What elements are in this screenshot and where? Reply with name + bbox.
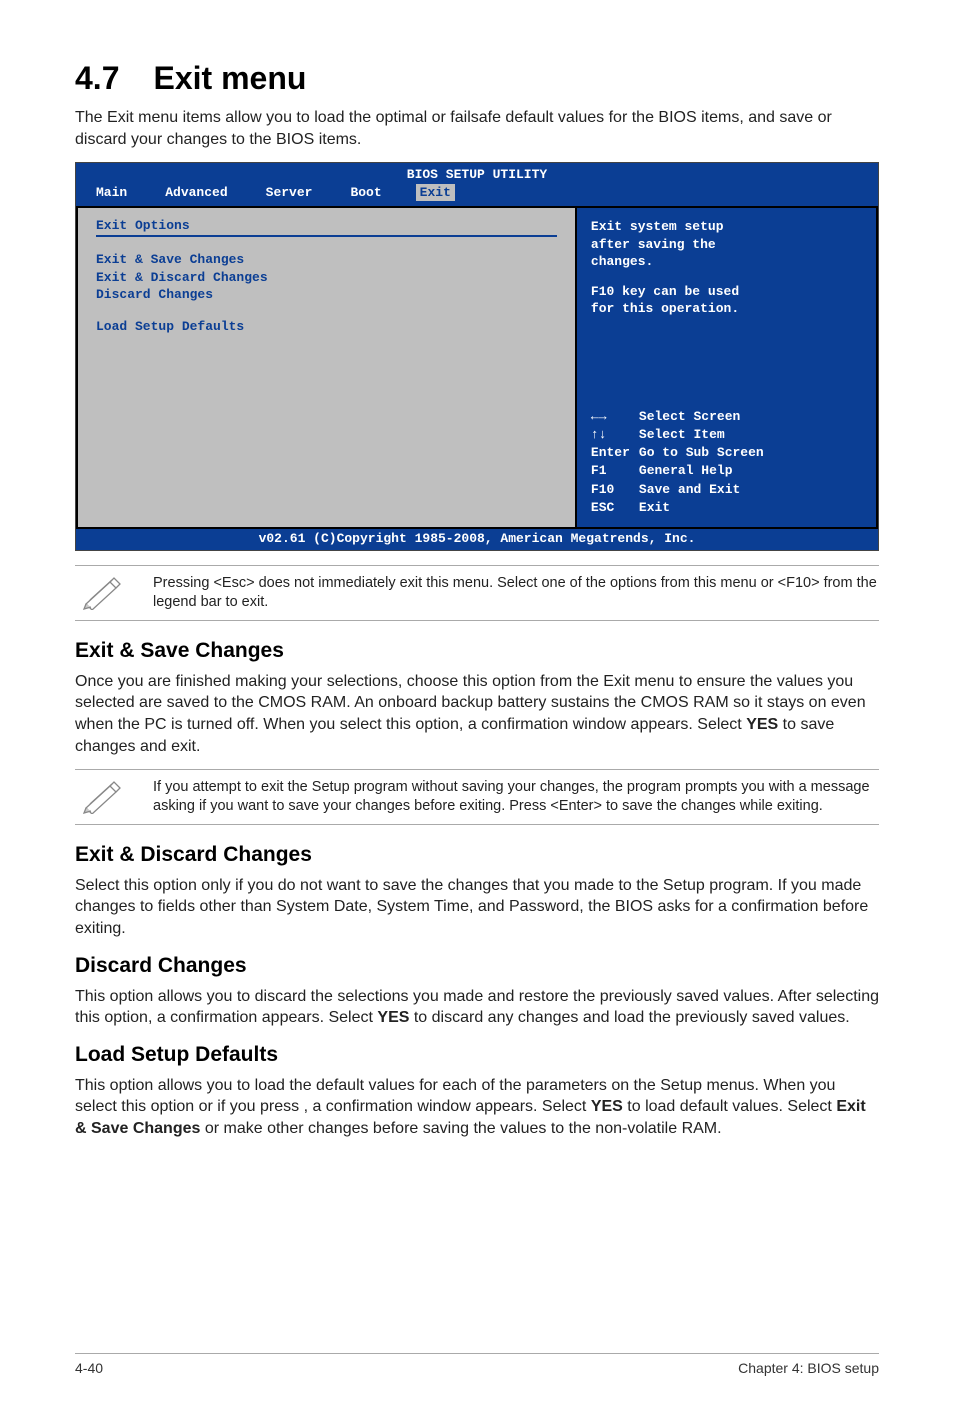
bios-item-load-defaults[interactable]: Load Setup Defaults xyxy=(96,318,557,336)
bios-section-underline xyxy=(96,235,557,237)
key-desc: Save and Exit xyxy=(639,482,740,497)
bios-help-line: for this operation. xyxy=(591,300,862,318)
bios-section-title: Exit Options xyxy=(96,218,557,233)
key-desc: General Help xyxy=(639,463,733,478)
key-label: F10 xyxy=(591,481,639,499)
bios-tab-main[interactable]: Main xyxy=(92,184,131,201)
bios-help-line: Exit system setup xyxy=(591,218,862,236)
heading-exit-discard: Exit & Discard Changes xyxy=(75,843,879,867)
bios-item-exit-discard[interactable]: Exit & Discard Changes xyxy=(96,269,557,287)
key-label: F1 xyxy=(591,462,639,480)
key-label: ESC xyxy=(591,499,639,517)
bios-item-exit-save[interactable]: Exit & Save Changes xyxy=(96,251,557,269)
bios-help-line: changes. xyxy=(591,253,862,271)
bios-header-title: BIOS SETUP UTILITY xyxy=(76,163,878,184)
bios-tab-bar: Main Advanced Server Boot Exit xyxy=(76,184,878,206)
bios-tab-boot[interactable]: Boot xyxy=(346,184,385,201)
intro-paragraph: The Exit menu items allow you to load th… xyxy=(75,107,879,150)
key-desc: Select Item xyxy=(639,427,725,442)
heading-exit-save: Exit & Save Changes xyxy=(75,639,879,663)
bios-left-panel: Exit Options Exit & Save Changes Exit & … xyxy=(76,206,576,529)
bios-help-line: F10 key can be used xyxy=(591,283,862,301)
body-discard: This option allows you to discard the se… xyxy=(75,986,879,1029)
page-title: 4.7 Exit menu xyxy=(75,60,879,97)
body-exit-discard: Select this option only if you do not wa… xyxy=(75,875,879,940)
bios-help-line: after saving the xyxy=(591,236,862,254)
bios-tab-server[interactable]: Server xyxy=(262,184,317,201)
title-text: Exit menu xyxy=(153,60,306,96)
key-label: Enter xyxy=(591,444,639,462)
heading-load-defaults: Load Setup Defaults xyxy=(75,1043,879,1067)
bios-tab-advanced[interactable]: Advanced xyxy=(161,184,231,201)
key-label: ↑↓ xyxy=(591,426,639,444)
page-number: 4-40 xyxy=(75,1360,103,1376)
body-load-defaults: This option allows you to load the defau… xyxy=(75,1075,879,1140)
bios-item-discard[interactable]: Discard Changes xyxy=(96,286,557,304)
chapter-label: Chapter 4: BIOS setup xyxy=(738,1360,879,1376)
bios-key-legend: ←→Select Screen ↑↓Select Item EnterGo to… xyxy=(591,408,862,517)
note-block: Pressing <Esc> does not immediately exit… xyxy=(75,565,879,621)
note-text: If you attempt to exit the Setup program… xyxy=(153,778,879,816)
bios-footer: v02.61 (C)Copyright 1985-2008, American … xyxy=(76,529,878,550)
bios-help-text: Exit system setup after saving the chang… xyxy=(591,218,862,318)
key-label: ←→ xyxy=(591,408,639,426)
body-exit-save: Once you are finished making your select… xyxy=(75,671,879,757)
key-desc: Exit xyxy=(639,500,670,515)
note-text: Pressing <Esc> does not immediately exit… xyxy=(153,574,879,612)
page-footer: 4-40 Chapter 4: BIOS setup xyxy=(75,1353,879,1376)
bios-tab-exit[interactable]: Exit xyxy=(416,184,455,201)
pencil-icon xyxy=(75,574,131,610)
key-desc: Go to Sub Screen xyxy=(639,445,764,460)
note-block: If you attempt to exit the Setup program… xyxy=(75,769,879,825)
bios-body: Exit Options Exit & Save Changes Exit & … xyxy=(76,206,878,529)
key-desc: Select Screen xyxy=(639,409,740,424)
title-number: 4.7 xyxy=(75,60,119,97)
pencil-icon xyxy=(75,778,131,814)
bios-right-panel: Exit system setup after saving the chang… xyxy=(576,206,878,529)
heading-discard: Discard Changes xyxy=(75,954,879,978)
bios-panel: BIOS SETUP UTILITY Main Advanced Server … xyxy=(75,162,879,551)
